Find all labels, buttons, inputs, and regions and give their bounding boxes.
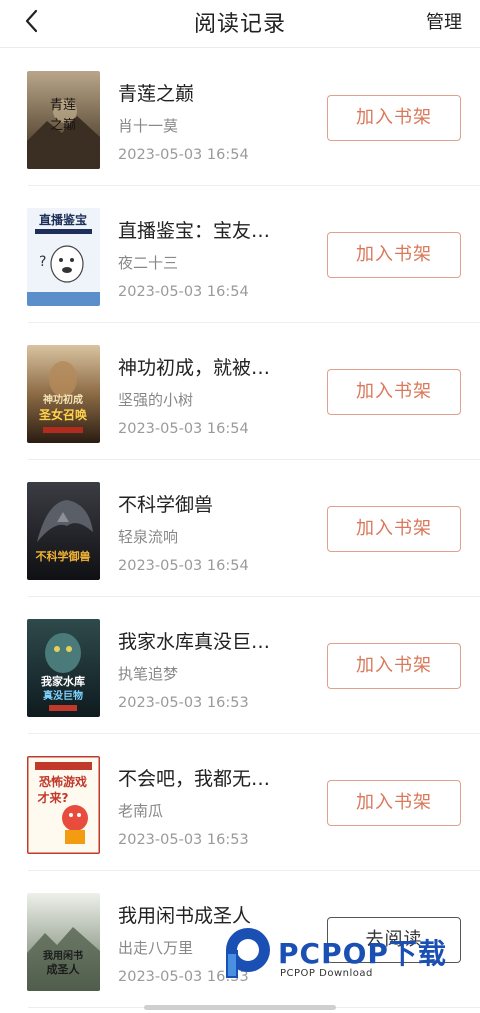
svg-text:直播鉴宝: 直播鉴宝 xyxy=(39,212,87,227)
cover-image: 恐怖游戏 才来? xyxy=(27,756,100,854)
book-cover[interactable]: 不科学御兽 xyxy=(27,482,100,580)
book-row[interactable]: 我家水库 真没巨物 我家水库真没巨… 执笔追梦 2023-05-03 16:53… xyxy=(0,597,480,734)
cover-image: 神功初成 圣女召唤 xyxy=(27,345,100,443)
svg-text:我家水库: 我家水库 xyxy=(41,674,85,688)
book-title[interactable]: 不会吧，我都无… xyxy=(118,764,308,791)
home-indicator xyxy=(144,1005,336,1010)
book-cover[interactable]: 青莲 之巅 xyxy=(27,71,100,169)
book-row[interactable]: 青莲 之巅 青莲之巅 肖十一莫 2023-05-03 16:54 加入书架 xyxy=(0,49,480,186)
svg-text:真没巨物: 真没巨物 xyxy=(43,689,83,702)
book-title[interactable]: 直播鉴宝：宝友… xyxy=(118,216,308,243)
read-time: 2023-05-03 16:54 xyxy=(118,421,249,437)
watermark-brand: PCPOP下载 xyxy=(278,937,447,970)
cover-image: 我家水库 真没巨物 xyxy=(27,619,100,717)
book-cover[interactable]: 我用闲书 成圣人 xyxy=(27,893,100,991)
read-time: 2023-05-03 16:54 xyxy=(118,558,249,574)
book-author: 夜二十三 xyxy=(118,254,179,272)
svg-text:神功初成: 神功初成 xyxy=(43,393,83,406)
read-time: 2023-05-03 16:53 xyxy=(118,832,249,848)
watermark-subtitle: PCPOP Download xyxy=(280,968,373,979)
book-author: 出走八万里 xyxy=(118,939,194,957)
book-title[interactable]: 我家水库真没巨… xyxy=(118,627,308,654)
manage-button[interactable]: 管理 xyxy=(426,8,462,34)
add-to-shelf-button[interactable]: 加入书架 xyxy=(327,780,461,826)
add-to-shelf-button[interactable]: 加入书架 xyxy=(327,95,461,141)
book-cover[interactable]: 直播鉴宝 ? xyxy=(27,208,100,306)
svg-text:不科学御兽: 不科学御兽 xyxy=(36,549,91,563)
reading-history-list: 青莲 之巅 青莲之巅 肖十一莫 2023-05-03 16:54 加入书架 直播… xyxy=(0,49,480,1008)
top-bar: 阅读记录 管理 xyxy=(0,0,480,48)
book-author: 老南瓜 xyxy=(118,802,164,820)
book-author: 执笔追梦 xyxy=(118,665,179,683)
book-cover[interactable]: 恐怖游戏 才来? xyxy=(27,756,100,854)
svg-text:恐怖游戏: 恐怖游戏 xyxy=(39,774,87,789)
book-row[interactable]: 恐怖游戏 才来? 不会吧，我都无… 老南瓜 2023-05-03 16:53 加… xyxy=(0,734,480,871)
book-row[interactable]: 直播鉴宝 ? 直播鉴宝：宝友… 夜二十三 2023-05-03 16:54 加入… xyxy=(0,186,480,323)
svg-text:圣女召唤: 圣女召唤 xyxy=(38,407,87,422)
book-cover[interactable]: 神功初成 圣女召唤 xyxy=(27,345,100,443)
cover-image: 直播鉴宝 ? xyxy=(27,208,100,306)
svg-text:之巅: 之巅 xyxy=(50,118,76,133)
cover-image: 不科学御兽 xyxy=(27,482,100,580)
add-to-shelf-button[interactable]: 加入书架 xyxy=(327,369,461,415)
add-to-shelf-button[interactable]: 加入书架 xyxy=(327,643,461,689)
svg-text:?: ? xyxy=(39,254,46,270)
book-title[interactable]: 不科学御兽 xyxy=(118,490,308,517)
book-row[interactable]: 不科学御兽 不科学御兽 轻泉流响 2023-05-03 16:54 加入书架 xyxy=(0,460,480,597)
cover-image: 我用闲书 成圣人 xyxy=(27,893,100,991)
svg-text:才来?: 才来? xyxy=(38,790,69,805)
read-time: 2023-05-03 16:54 xyxy=(118,147,249,163)
book-title[interactable]: 神功初成，就被… xyxy=(118,353,308,380)
book-author: 坚强的小树 xyxy=(118,391,194,409)
book-cover[interactable]: 我家水库 真没巨物 xyxy=(27,619,100,717)
svg-text:我用闲书: 我用闲书 xyxy=(43,949,83,962)
add-to-shelf-button[interactable]: 加入书架 xyxy=(327,506,461,552)
page-title: 阅读记录 xyxy=(193,12,286,37)
book-author: 肖十一莫 xyxy=(118,117,179,135)
watermark: PCPOP下载 PCPOP Download xyxy=(218,924,468,986)
book-author: 轻泉流响 xyxy=(118,528,179,546)
svg-text:成圣人: 成圣人 xyxy=(47,962,81,976)
read-time: 2023-05-03 16:53 xyxy=(118,695,249,711)
read-time: 2023-05-03 16:54 xyxy=(118,284,249,300)
pcpop-logo-icon xyxy=(226,928,270,978)
cover-image: 青莲 之巅 xyxy=(27,71,100,169)
book-row[interactable]: 神功初成 圣女召唤 神功初成，就被… 坚强的小树 2023-05-03 16:5… xyxy=(0,323,480,460)
cover-title-text: 青莲 xyxy=(50,98,76,113)
book-title[interactable]: 青莲之巅 xyxy=(118,79,308,106)
add-to-shelf-button[interactable]: 加入书架 xyxy=(327,232,461,278)
